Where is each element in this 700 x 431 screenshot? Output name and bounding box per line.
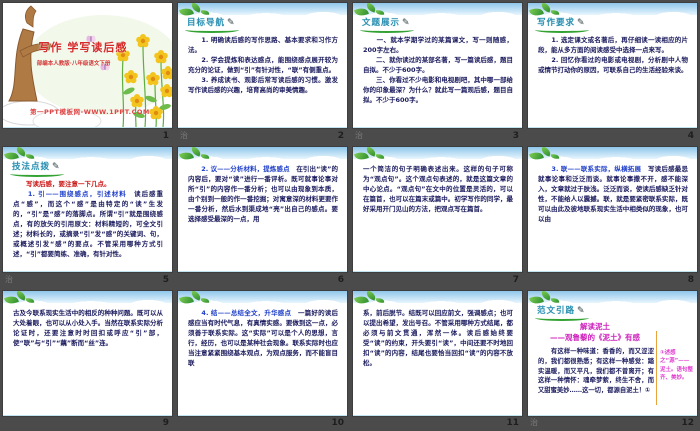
slide-body: 一个简洁的句子明确表述出来。这样的句子可称为“观点句”。这个观点句表述的，就是这… bbox=[363, 165, 513, 214]
slide-canvas: 文题展示 ✎ 一、就本学期学过的某篇课文，写一则随感，200字左右。 二、就你读过… bbox=[353, 3, 522, 128]
slide-body: 3. 联——联系实际，纵横拓展 写读后感最忌就事论事和泛泛而谈。就事论事撒不开，… bbox=[538, 165, 689, 224]
slide-thumbnail-10: 4. 结——总结全文，升华感点 一篇好的读后感应当有时代气息，有真情实感。要做到… bbox=[175, 288, 350, 431]
slide-body: 一、就本学期学过的某篇课文，写一则随感，200字左右。 二、就你读过的某部名著，… bbox=[363, 36, 513, 105]
slide-canvas: 3. 联——联系实际，纵横拓展 写读后感最忌就事论事和泛泛而谈。就事论事撒不开，… bbox=[528, 147, 697, 272]
slide-number: 1 bbox=[162, 131, 169, 141]
slide-number: 10 bbox=[331, 418, 344, 428]
slide-number: 11 bbox=[506, 418, 519, 428]
cover-title: 写作 学写读后感 bbox=[38, 40, 128, 54]
watermark: 治 bbox=[530, 418, 538, 427]
slide-canvas: 古及今联系现实生活中的相反的种种问题。既可以从大处着眼，也可以从小处入手。当然在… bbox=[3, 291, 172, 416]
watermark: 治 bbox=[355, 131, 363, 140]
header-underline bbox=[535, 27, 589, 33]
leaf-icon bbox=[179, 291, 214, 308]
slide-canvas: 范文引路 ✎ 解读泥土 ——观鲁藜的《泥土》有感 有这样一种味道：香香的，而又涩涩… bbox=[528, 291, 697, 416]
slide-thumbnail-12: 范文引路 ✎ 解读泥土 ——观鲁藜的《泥土》有感 有这样一种味道：香香的，而又涩涩… bbox=[525, 288, 700, 431]
slide-body: 1. 明确读后感的写作思路、基本要求和习作方法。 2. 学会提炼和表达感点，能围… bbox=[188, 36, 338, 95]
slide-number: 4 bbox=[687, 131, 694, 141]
slide-number: 12 bbox=[681, 418, 694, 428]
slide-number: 6 bbox=[337, 275, 344, 285]
slide-body: 1. 选定课文或名著后，再仔细读一读相应的片段，能从多方面的阅读感受中选择一点来… bbox=[538, 36, 688, 75]
slide-canvas: 4. 结——总结全文，升华感点 一篇好的读后感应当有时代气息，有真情实感。要做到… bbox=[178, 291, 347, 416]
slide-thumbnail-9: 古及今联系现实生活中的相反的种种问题。既可以从大处着眼，也可以从小处入手。当然在… bbox=[0, 288, 175, 431]
leaf-icon bbox=[529, 291, 564, 308]
slide-canvas: 系，前后脱节。结既可以回应前文，强调感点；也可以提出希望，发出号召。不管采用哪种… bbox=[353, 291, 522, 416]
slide-thumbnail-8: 3. 联——联系实际，纵横拓展 写读后感最忌就事论事和泛泛而谈。就事论事撒不开，… bbox=[525, 144, 700, 288]
slide-number: 2 bbox=[337, 131, 344, 141]
slide-thumbnail-grid: 写作 学写读后感 部编本人教版·八年级语文下册 第一PPT模板网-WWW.1PP… bbox=[0, 0, 700, 431]
slide-number: 5 bbox=[162, 275, 169, 285]
slide-body: 古及今联系现实生活中的相反的种种问题。既可以从大处着眼，也可以从小处入手。当然在… bbox=[13, 309, 163, 348]
leaf-icon bbox=[354, 3, 389, 20]
margin-divider bbox=[656, 331, 657, 405]
leaf-icon bbox=[4, 291, 39, 308]
essay-title-line2: ——观鲁藜的《泥土》有感 bbox=[550, 333, 640, 343]
essay-title-line1: 解读泥土 bbox=[580, 322, 610, 331]
leaf-icon bbox=[354, 147, 389, 164]
slide-thumbnail-1: 写作 学写读后感 部编本人教版·八年级语文下册 第一PPT模板网-WWW.1PP… bbox=[0, 0, 175, 144]
leaf-icon bbox=[529, 3, 564, 20]
slide-thumbnail-11: 系，前后脱节。结既可以回应前文，强调感点；也可以提出希望，发出号召。不管采用哪种… bbox=[350, 288, 525, 431]
slide-thumbnail-6: 2. 议——分析材料，提炼感点 在引出“读”的内容后，要对“读”进行一番评析。既… bbox=[175, 144, 350, 288]
slide-thumbnail-7: 一个简洁的句子明确表述出来。这样的句子可称为“观点句”。这个观点句表述的，就是这… bbox=[350, 144, 525, 288]
header-underline bbox=[10, 171, 64, 177]
slide-body: 写读后感，要注意一下几点。 1. 引——围绕感点，引述材料 读后感重点“感”，而… bbox=[13, 180, 164, 259]
leaf-icon bbox=[179, 3, 214, 20]
cover-subtitle: 部编本人教版·八年级语文下册 bbox=[36, 60, 111, 67]
slide-body: 系，前后脱节。结既可以回应前文，强调感点；也可以提出希望，发出号召。不管采用哪种… bbox=[363, 309, 513, 368]
leaf-icon bbox=[529, 147, 564, 164]
slide-thumbnail-3: 文题展示 ✎ 一、就本学期学过的某篇课文，写一则随感，200字左右。 二、就你读过… bbox=[350, 0, 525, 144]
watermark: 治 bbox=[5, 275, 13, 284]
margin-note: ①述感之“源”——泥土。语句整齐、美妙。 bbox=[660, 350, 694, 381]
slide-number: 9 bbox=[162, 418, 169, 428]
watermark: 治 bbox=[180, 131, 188, 140]
slide-number: 8 bbox=[687, 275, 694, 285]
essay-title: 解读泥土 ——观鲁藜的《泥土》有感 bbox=[536, 321, 654, 344]
slide-number: 3 bbox=[512, 131, 519, 141]
slide-canvas: 一个简洁的句子明确表述出来。这样的句子可称为“观点句”。这个观点句表述的，就是这… bbox=[353, 147, 522, 272]
slide-canvas: 技法点拨 ✎ 写读后感，要注意一下几点。 1. 引——围绕感点，引述材料 读后感重… bbox=[3, 147, 172, 272]
slide-canvas: 写作要求 ✎ 1. 选定课文或名著后，再仔细读一读相应的片段，能从多方面的阅读感受… bbox=[528, 3, 697, 128]
leaf-icon bbox=[354, 291, 389, 308]
slide-body: 2. 议——分析材料，提炼感点 在引出“读”的内容后，要对“读”进行一番评析。既… bbox=[188, 165, 338, 224]
slide-thumbnail-2: 目标导航 ✎ 1. 明确读后感的写作思路、基本要求和习作方法。 2. 学会提炼和表… bbox=[175, 0, 350, 144]
leaf-icon bbox=[179, 147, 214, 164]
cover-footer-url: 第一PPT模板网-WWW.1PPT.COM bbox=[30, 107, 150, 116]
cover-slide: 写作 学写读后感 部编本人教版·八年级语文下册 第一PPT模板网-WWW.1PP… bbox=[3, 3, 172, 128]
slide-body: 4. 结——总结全文，升华感点 一篇好的读后感应当有时代气息，有真情实感。要做到… bbox=[188, 309, 339, 368]
slide-canvas: 目标导航 ✎ 1. 明确读后感的写作思路、基本要求和习作方法。 2. 学会提炼和表… bbox=[178, 3, 347, 128]
slide-thumbnail-4: 写作要求 ✎ 1. 选定课文或名著后，再仔细读一读相应的片段，能从多方面的阅读感受… bbox=[525, 0, 700, 144]
leaf-icon bbox=[4, 147, 39, 164]
header-underline bbox=[360, 27, 414, 33]
slide-number: 7 bbox=[512, 275, 519, 285]
essay-body: 有这样一种味道：香香的，而又涩涩的，我们都很熟悉；有这样一种感觉：踏实温暖，而又… bbox=[538, 348, 654, 394]
slide-canvas: 2. 议——分析材料，提炼感点 在引出“读”的内容后，要对“读”进行一番评析。既… bbox=[178, 147, 347, 272]
header-underline bbox=[185, 27, 239, 33]
slide-thumbnail-5: 技法点拨 ✎ 写读后感，要注意一下几点。 1. 引——围绕感点，引述材料 读后感重… bbox=[0, 144, 175, 288]
